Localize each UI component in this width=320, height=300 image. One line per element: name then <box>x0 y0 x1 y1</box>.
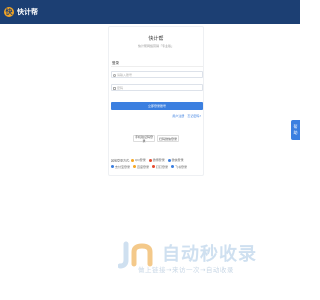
alipay-icon <box>111 165 114 168</box>
account-links: 用户注册 忘记密码? <box>172 114 201 118</box>
feishu-icon <box>170 165 174 168</box>
top-navigation-bar: 快 快计帮 <box>0 0 300 24</box>
weibo-icon <box>148 158 152 162</box>
baidu-icon <box>132 165 136 168</box>
login-method-wechat[interactable]: 微信登录 <box>167 157 184 163</box>
password-field[interactable]: 密码 <box>111 84 203 91</box>
app-name[interactable]: 快计帮 <box>17 7 38 17</box>
login-card: 快计帮 快计帮网络营销「专业版」 登录 请输入账号 密码 立即登录账号 用户注册… <box>108 26 204 176</box>
login-method-qq[interactable]: QQ登录 <box>130 157 146 163</box>
sms-login-button[interactable]: 手机验证码登录 <box>133 135 155 143</box>
side-tab-char-1: 帮 <box>293 124 298 129</box>
password-placeholder: 密码 <box>117 85 124 90</box>
floating-help-tab[interactable]: 帮 助 <box>291 120 300 140</box>
register-link[interactable]: 用户注册 <box>172 114 184 118</box>
watermark-title: 自动秒收录 <box>162 244 257 265</box>
watermark-subtitle: 做上链接→来访一次→自动收录 <box>138 266 234 274</box>
login-subtitle: 快计帮网络营销「专业版」 <box>137 44 174 48</box>
login-method-baidu[interactable]: 百度登录 <box>132 164 149 170</box>
wechat-scan-login-button[interactable]: 扫码微信登录 <box>157 135 179 142</box>
login-method-alipay[interactable]: 支付宝登录 <box>111 164 130 170</box>
qq-icon <box>130 158 134 162</box>
other-login-methods: 其他登录方式: QQ登录 微博登录 微信登录 支付宝登录 百度登录 钉钉登录 飞… <box>111 157 203 170</box>
wechat-icon <box>167 158 171 162</box>
user-icon <box>113 73 116 77</box>
side-tab-char-2: 助 <box>293 130 298 135</box>
login-title: 快计帮 <box>148 36 164 42</box>
login-method-feishu[interactable]: 飞书登录 <box>170 164 187 170</box>
app-logo-icon[interactable]: 快 <box>4 7 14 17</box>
login-method-weibo[interactable]: 微博登录 <box>148 157 165 163</box>
lock-icon <box>113 86 116 90</box>
watermark-banner: 自动秒收录 做上链接→来访一次→自动收录 <box>118 240 288 276</box>
dingtalk-icon <box>151 165 155 168</box>
username-placeholder: 请输入账号 <box>117 72 133 77</box>
tab-login[interactable]: 登录 <box>111 61 203 67</box>
forgot-password-link[interactable]: 忘记密码? <box>187 114 201 118</box>
login-submit-button[interactable]: 立即登录账号 <box>111 102 203 110</box>
other-login-label: 其他登录方式: <box>111 158 131 163</box>
login-method-dingtalk[interactable]: 钉钉登录 <box>151 164 168 170</box>
username-field[interactable]: 请输入账号 <box>111 71 203 78</box>
